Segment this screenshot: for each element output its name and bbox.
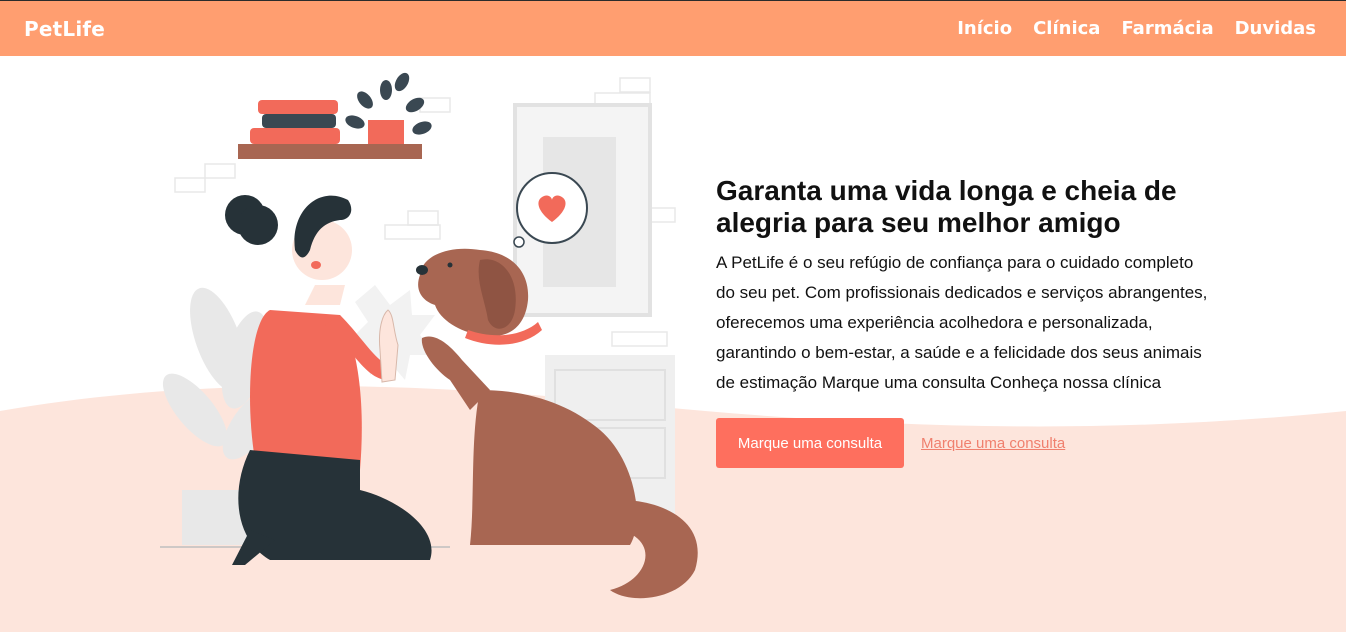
logo[interactable]: PetLife [24, 17, 105, 41]
main-nav: Início Clínica Farmácia Duvidas [957, 18, 1316, 39]
book-appointment-button[interactable]: Marque uma consulta [716, 418, 904, 468]
book-appointment-link[interactable]: Marque uma consulta [921, 435, 1065, 452]
nav-link-farmacia[interactable]: Farmácia [1121, 18, 1213, 39]
hero-description: A PetLife é o seu refúgio de confiança p… [716, 253, 1208, 392]
nav-link-clinica[interactable]: Clínica [1033, 18, 1100, 39]
hero-title: Garanta uma vida longa e cheia de alegri… [716, 175, 1177, 238]
hero-section: Garanta uma vida longa e cheia de alegri… [716, 175, 1216, 468]
site-header: PetLife Início Clínica Farmácia Duvidas [0, 1, 1346, 56]
nav-link-inicio[interactable]: Início [957, 18, 1012, 39]
hero-actions: Marque uma consulta Marque uma consulta [716, 418, 1216, 468]
nav-link-duvidas[interactable]: Duvidas [1235, 18, 1316, 39]
woman-and-dog-illustration [160, 72, 698, 599]
